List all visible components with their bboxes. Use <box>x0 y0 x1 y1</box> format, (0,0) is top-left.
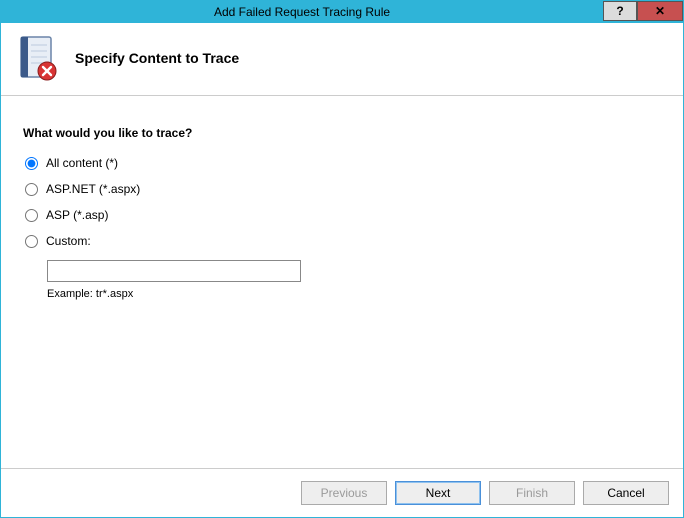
close-button[interactable]: ✕ <box>637 1 683 21</box>
titlebar-buttons: ? ✕ <box>603 1 683 23</box>
example-label: Example: tr*.aspx <box>47 288 661 300</box>
radio-custom[interactable]: Custom: <box>25 234 661 248</box>
radio-label-aspnet: ASP.NET (*.aspx) <box>46 182 140 196</box>
help-icon: ? <box>616 4 623 18</box>
window-title: Add Failed Request Tracing Rule <box>1 1 603 23</box>
question-label: What would you like to trace? <box>23 126 661 140</box>
finish-button[interactable]: Finish <box>489 481 575 505</box>
previous-button[interactable]: Previous <box>301 481 387 505</box>
page-title: Specify Content to Trace <box>75 50 239 66</box>
wizard-header: Specify Content to Trace <box>1 23 683 96</box>
dialog-window: Add Failed Request Tracing Rule ? ✕ <box>0 0 684 518</box>
wizard-footer: Previous Next Finish Cancel <box>1 468 683 517</box>
radio-aspnet[interactable]: ASP.NET (*.aspx) <box>25 182 661 196</box>
wizard-content: What would you like to trace? All conten… <box>1 96 683 468</box>
radio-label-custom: Custom: <box>46 234 91 248</box>
cancel-button[interactable]: Cancel <box>583 481 669 505</box>
close-icon: ✕ <box>655 4 665 18</box>
radio-asp[interactable]: ASP (*.asp) <box>25 208 661 222</box>
titlebar: Add Failed Request Tracing Rule ? ✕ <box>1 1 683 23</box>
radio-input-aspnet[interactable] <box>25 183 38 196</box>
notebook-error-icon <box>17 35 57 81</box>
radio-label-all: All content (*) <box>46 156 118 170</box>
custom-input-wrap <box>47 260 661 282</box>
help-button[interactable]: ? <box>603 1 637 21</box>
radio-label-asp: ASP (*.asp) <box>46 208 108 222</box>
radio-input-all[interactable] <box>25 157 38 170</box>
radio-input-custom[interactable] <box>25 235 38 248</box>
custom-pattern-input[interactable] <box>47 260 301 282</box>
radio-all-content[interactable]: All content (*) <box>25 156 661 170</box>
radio-input-asp[interactable] <box>25 209 38 222</box>
next-button[interactable]: Next <box>395 481 481 505</box>
